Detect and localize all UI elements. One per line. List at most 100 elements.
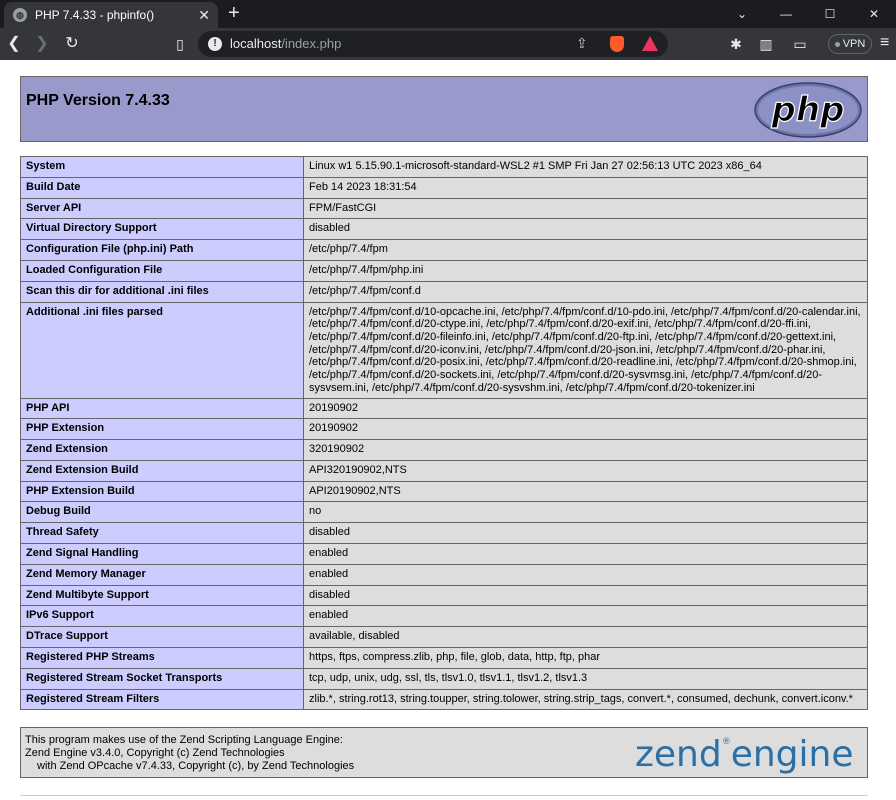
row-key: System [21,157,304,178]
row-value: no [304,502,868,523]
row-key: PHP Extension Build [21,481,304,502]
table-row: Zend Extension320190902 [21,440,868,461]
row-key: Zend Extension Build [21,460,304,481]
address-bar[interactable]: ! localhost/index.php ⇪ [198,31,668,57]
vpn-button[interactable]: VPN [828,34,872,54]
table-row: Build DateFeb 14 2023 18:31:54 [21,177,868,198]
zend-box: This program makes use of the Zend Scrip… [20,727,868,778]
zend-info: This program makes use of the Zend Scrip… [25,734,354,772]
row-key: PHP API [21,398,304,419]
row-key: Thread Safety [21,523,304,544]
extensions-icon[interactable]: ✱ [728,36,744,52]
globe-icon: ◍ [13,8,27,22]
table-row: Registered Stream Filterszlib.*, string.… [21,689,868,710]
row-value: FPM/FastCGI [304,198,868,219]
row-value: tcp, udp, unix, udg, ssl, tls, tlsv1.0, … [304,668,868,689]
close-window-button[interactable]: ✕ [852,0,896,28]
reload-icon[interactable]: ↻ [62,34,82,54]
row-value: disabled [304,585,868,606]
row-key: Debug Build [21,502,304,523]
row-key: Server API [21,198,304,219]
info-table: SystemLinux w1 5.15.90.1-microsoft-stand… [20,156,868,710]
table-row: Registered Stream Socket Transportstcp, … [21,668,868,689]
row-key: Virtual Directory Support [21,219,304,240]
table-row: Debug Buildno [21,502,868,523]
row-key: Registered PHP Streams [21,648,304,669]
row-value: API20190902,NTS [304,481,868,502]
zend-logo-engine: engine [731,734,854,774]
page-content: PHP Version 7.4.33 php SystemLinux w1 5.… [0,60,896,800]
tab-title: PHP 7.4.33 - phpinfo() [35,8,154,22]
table-row: SystemLinux w1 5.15.90.1-microsoft-stand… [21,157,868,178]
row-key: Loaded Configuration File [21,260,304,281]
row-value: /etc/php/7.4/fpm/conf.d [304,281,868,302]
brave-shields-icon[interactable] [610,36,624,52]
maximize-button[interactable]: ☐ [808,0,852,28]
php-logo-text: php [771,90,845,130]
row-value: Linux w1 5.15.90.1-microsoft-standard-WS… [304,157,868,178]
table-row: Scan this dir for additional .ini files/… [21,281,868,302]
zend-engine-logo: zend®engine [633,732,863,774]
menu-icon[interactable]: ≡ [880,34,889,52]
table-row: Zend Memory Managerenabled [21,564,868,585]
table-row: Zend Signal Handlingenabled [21,544,868,565]
table-row: Zend Extension BuildAPI320190902,NTS [21,460,868,481]
row-key: Scan this dir for additional .ini files [21,281,304,302]
minimize-button[interactable]: — [764,0,808,28]
browser-toolbar: ❮ ❯ ↻ ▯ ! localhost/index.php ⇪ ✱ ▥ ▭ VP… [0,28,896,60]
info-icon[interactable]: ! [208,37,222,51]
url-text[interactable]: localhost/index.php [230,36,341,51]
row-key: IPv6 Support [21,606,304,627]
row-value: /etc/php/7.4/fpm [304,240,868,261]
table-row: Registered PHP Streamshttps, ftps, compr… [21,648,868,669]
row-key: Additional .ini files parsed [21,302,304,398]
page-title: PHP Version 7.4.33 [26,92,170,110]
row-key: Configuration File (php.ini) Path [21,240,304,261]
back-icon[interactable]: ❮ [4,34,24,54]
table-row: Configuration File (php.ini) Path/etc/ph… [21,240,868,261]
row-value: enabled [304,544,868,565]
bookmark-icon[interactable]: ▯ [170,34,190,54]
browser-titlebar: ◍ PHP 7.4.33 - phpinfo() ✕ + ⌄ — ☐ ✕ [0,0,896,28]
row-key: Zend Extension [21,440,304,461]
row-value: 20190902 [304,419,868,440]
zend-logo-zend: zend [635,734,722,774]
row-value: enabled [304,564,868,585]
table-row: Virtual Directory Supportdisabled [21,219,868,240]
row-key: PHP Extension [21,419,304,440]
row-value: 20190902 [304,398,868,419]
table-row: PHP API20190902 [21,398,868,419]
wallet-icon[interactable]: ▭ [792,36,808,52]
table-row: Additional .ini files parsed/etc/php/7.4… [21,302,868,398]
row-value: /etc/php/7.4/fpm/php.ini [304,260,868,281]
row-value: API320190902,NTS [304,460,868,481]
brave-rewards-icon[interactable] [642,36,658,51]
row-key: Registered Stream Socket Transports [21,668,304,689]
chevron-down-icon[interactable]: ⌄ [720,0,764,28]
forward-icon[interactable]: ❯ [32,34,52,54]
table-row: IPv6 Supportenabled [21,606,868,627]
vpn-label: VPN [843,38,866,50]
row-key: Zend Memory Manager [21,564,304,585]
row-key: DTrace Support [21,627,304,648]
row-value: enabled [304,606,868,627]
share-icon[interactable]: ⇪ [576,35,588,52]
table-row: Thread Safetydisabled [21,523,868,544]
table-row: Loaded Configuration File/etc/php/7.4/fp… [21,260,868,281]
sidebar-icon[interactable]: ▥ [758,36,774,52]
vpn-status-icon [835,42,840,47]
zend-line-2: Zend Engine v3.4.0, Copyright (c) Zend T… [25,747,354,760]
php-header: PHP Version 7.4.33 php [20,76,868,142]
row-key: Build Date [21,177,304,198]
row-key: Zend Multibyte Support [21,585,304,606]
row-value: available, disabled [304,627,868,648]
zend-line-1: This program makes use of the Zend Scrip… [25,734,354,747]
new-tab-button[interactable]: + [228,2,240,24]
row-value: disabled [304,219,868,240]
window-controls: ⌄ — ☐ ✕ [720,0,896,28]
divider [20,795,868,796]
row-key: Zend Signal Handling [21,544,304,565]
browser-tab[interactable]: ◍ PHP 7.4.33 - phpinfo() ✕ [4,2,218,28]
svg-text:zend®engine: zend®engine [635,734,854,774]
close-tab-icon[interactable]: ✕ [198,6,210,24]
